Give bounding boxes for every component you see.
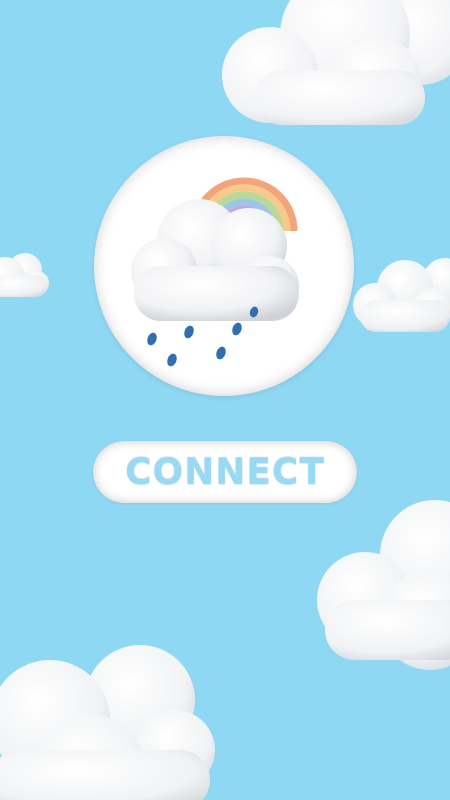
app-logo xyxy=(94,136,354,396)
connect-button[interactable]: CONNECT xyxy=(93,441,357,503)
cloud-decoration-bottom-left xyxy=(0,645,215,800)
cloud-decoration-right xyxy=(353,258,450,332)
connect-button-label: CONNECT xyxy=(125,451,325,493)
connect-screen: CONNECT xyxy=(0,0,450,800)
cloud-decoration-top-right xyxy=(222,0,450,125)
rain-cloud-rainbow-icon xyxy=(131,177,314,367)
cloud-decoration-left xyxy=(0,253,49,297)
cloud-decoration-bottom-right xyxy=(317,500,450,670)
